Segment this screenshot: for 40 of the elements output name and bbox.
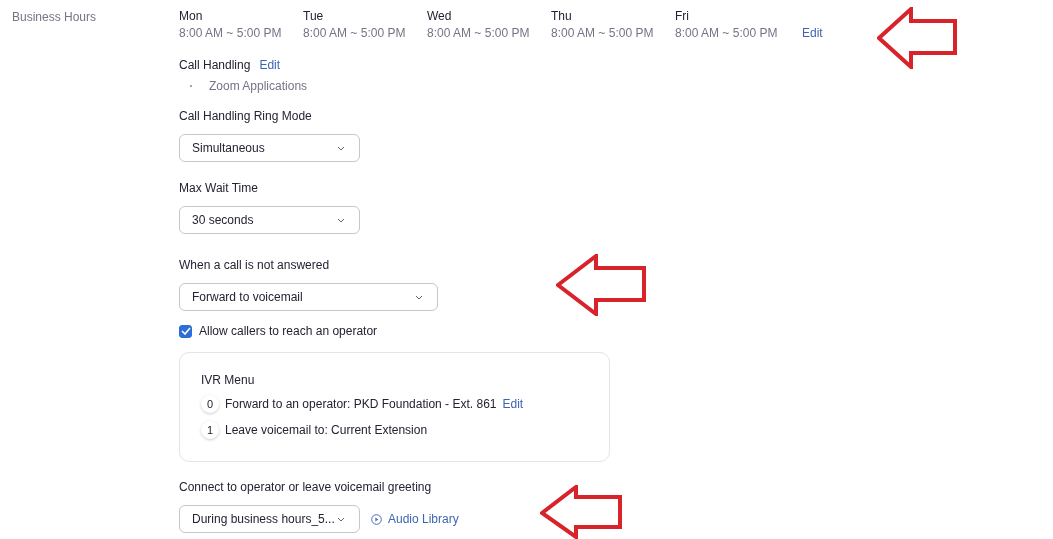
chevron-icon xyxy=(337,145,345,151)
day-name: Wed xyxy=(427,9,453,23)
field-label: Call Handling Ring Mode xyxy=(179,109,312,123)
day-name: Tue xyxy=(303,9,325,23)
edit-link[interactable]: Edit xyxy=(502,397,524,411)
field-label: Call Handling xyxy=(179,58,251,72)
edit-link[interactable]: Edit xyxy=(259,58,281,72)
checkbox-label: Allow callers to reach an operator xyxy=(199,324,378,338)
checkbox[interactable] xyxy=(179,324,192,338)
menu-option-text: Forward to an operator: PKD Foundation - Ext. 861 xyxy=(225,397,497,411)
day-name: Fri xyxy=(675,9,690,23)
audio-library-link[interactable]: Audio Library xyxy=(371,512,459,526)
field-label: Connect to operator or leave voicemail greeting xyxy=(179,480,432,494)
key-badge: 0 xyxy=(201,395,219,413)
arrow-icon xyxy=(556,254,648,316)
card-title: IVR Menu xyxy=(201,373,256,387)
dropdown[interactable]: During business hours_5... xyxy=(179,505,360,533)
section-label: Business Hours xyxy=(12,10,97,24)
hours-text: 8:00 AM ~ 5:00 PM xyxy=(551,26,655,40)
hours-text: 8:00 AM ~ 5:00 PM xyxy=(427,26,531,40)
chevron-icon xyxy=(415,294,423,300)
field-label: When a call is not answered xyxy=(179,258,330,272)
dropdown[interactable]: Forward to voicemail xyxy=(179,283,438,311)
field-label: Max Wait Time xyxy=(179,181,258,195)
chevron-icon xyxy=(337,217,345,223)
arrow-icon xyxy=(540,485,624,539)
edit-link[interactable]: Edit xyxy=(802,26,823,40)
dropdown[interactable]: 30 seconds xyxy=(179,206,360,234)
dropdown[interactable]: Simultaneous xyxy=(179,134,360,162)
day-name: Thu xyxy=(551,9,573,23)
play-icon xyxy=(371,513,382,525)
arrow-icon xyxy=(877,7,959,69)
key-badge: 1 xyxy=(201,421,219,439)
list-item: Zoom Applications xyxy=(209,79,308,93)
hours-text: 8:00 AM ~ 5:00 PM xyxy=(675,26,779,40)
day-name: Mon xyxy=(179,9,204,23)
hours-text: 8:00 AM ~ 5:00 PM xyxy=(179,26,283,40)
hours-text: 8:00 AM ~ 5:00 PM xyxy=(303,26,407,40)
chevron-icon xyxy=(337,516,345,522)
menu-option-text: Leave voicemail to: Current Extension xyxy=(225,423,428,437)
